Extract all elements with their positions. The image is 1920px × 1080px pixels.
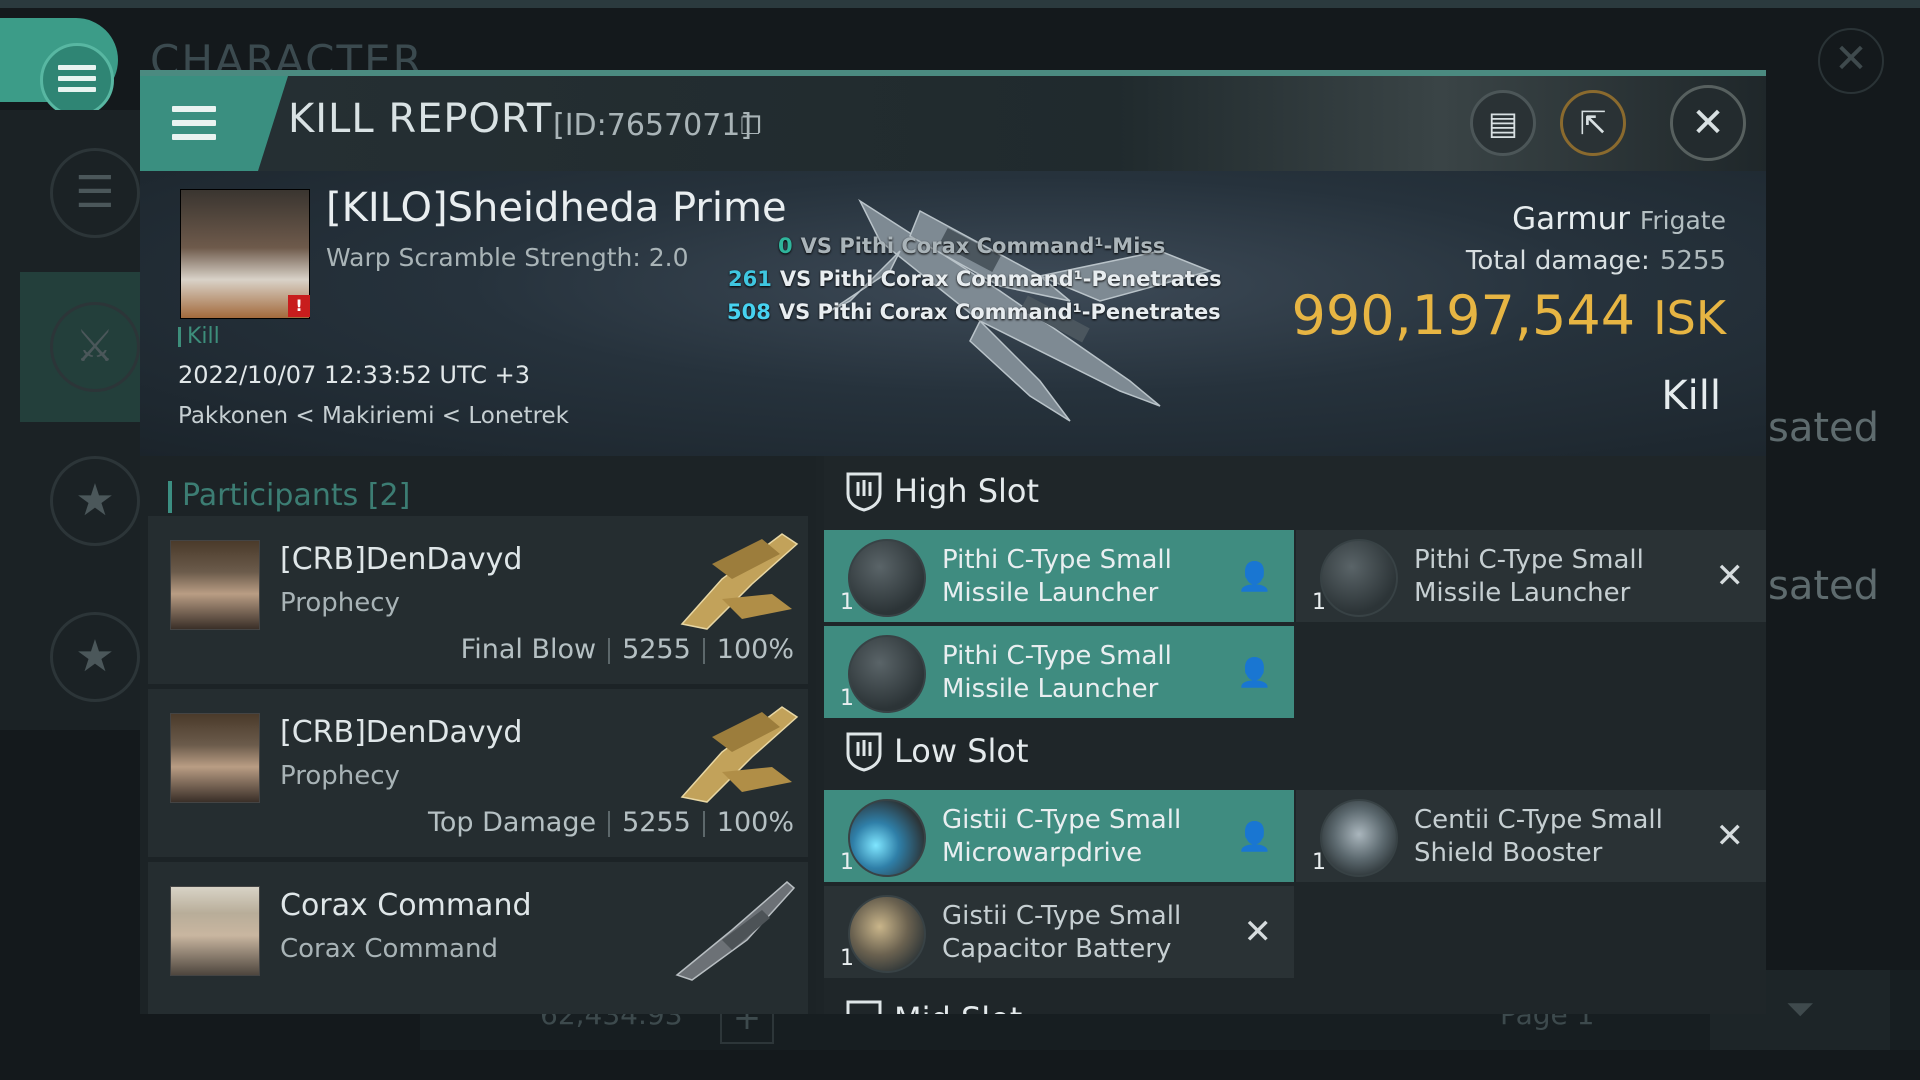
hamburger-icon bbox=[172, 98, 216, 148]
module-item[interactable]: 1 Pithi C-Type Small Missile Launcher 👤 bbox=[824, 530, 1294, 622]
background-star-badge-icon[interactable]: ★ bbox=[50, 612, 140, 702]
background-right-label: sated bbox=[1768, 405, 1880, 451]
participant-ship: Corax Command bbox=[280, 934, 498, 964]
mid-slot-title: Mid Slot bbox=[894, 1000, 1022, 1014]
participant-name: [CRB]DenDavyd bbox=[280, 542, 523, 577]
background-close-icon[interactable]: ✕ bbox=[1818, 28, 1884, 94]
hamburger-icon bbox=[43, 46, 111, 92]
dropped-person-icon: 👤 bbox=[1237, 820, 1272, 853]
module-item[interactable]: 1 Gistii C-Type Small Microwarpdrive 👤 bbox=[824, 790, 1294, 882]
module-item[interactable]: 1 Gistii C-Type Small Capacitor Battery ✕ bbox=[824, 886, 1294, 978]
low-slot-header: Low Slot bbox=[824, 716, 1766, 786]
participants-panel: Participants [2] [CRB]DenDavyd Prophecy … bbox=[140, 456, 816, 1014]
dropped-person-icon: 👤 bbox=[1237, 656, 1272, 689]
background-star-icon[interactable]: ★ bbox=[50, 456, 140, 546]
missile-launcher-icon bbox=[848, 539, 926, 617]
alert-icon: ! bbox=[288, 295, 310, 317]
participant-row[interactable]: [CRB]DenDavyd Prophecy Final Blow 5255 100… bbox=[148, 516, 808, 684]
module-quantity: 1 bbox=[1312, 590, 1326, 615]
participant-ship: Prophecy bbox=[280, 588, 400, 618]
mid-slot-icon bbox=[846, 1000, 882, 1014]
participant-name: Corax Command bbox=[280, 888, 532, 923]
participant-portrait[interactable] bbox=[170, 540, 260, 630]
participant-portrait[interactable] bbox=[170, 886, 260, 976]
ship-class: Frigate bbox=[1639, 206, 1726, 235]
module-name: Gistii C-Type Small Capacitor Battery bbox=[942, 901, 1182, 964]
high-slot-icon bbox=[846, 472, 882, 512]
background-list-icon[interactable]: ☰ bbox=[50, 148, 140, 238]
dropped-person-icon: 👤 bbox=[1237, 560, 1272, 593]
corax-ship-image bbox=[675, 881, 796, 981]
module-name: Pithi C-Type Small Missile Launcher bbox=[942, 641, 1172, 704]
participant-row[interactable]: Corax Command Corax Command bbox=[148, 862, 808, 1014]
missile-launcher-icon bbox=[848, 635, 926, 713]
kill-report-window: KILL REPORT [ID:7657071] ❐ ▤ ⇱ ✕ ! [KILO… bbox=[140, 70, 1766, 1014]
ship-name: Garmur bbox=[1512, 201, 1630, 237]
module-name: Centii C-Type Small Shield Booster bbox=[1414, 805, 1663, 868]
mid-slot-header: Mid Slot bbox=[824, 984, 1766, 1014]
destroyed-x-icon: ✕ bbox=[1715, 816, 1745, 856]
victim-banner: ! [KILO]Sheidheda Prime Warp Scramble St… bbox=[140, 171, 1766, 456]
clipboard-icon: ▤ bbox=[1487, 104, 1519, 142]
share-button[interactable]: ⇱ bbox=[1560, 90, 1626, 156]
destroyed-x-icon: ✕ bbox=[1715, 556, 1745, 596]
total-damage: Total damage: 5255 bbox=[1465, 246, 1726, 276]
damage-event: 261 VS Pithi Corax Command¹-Penetrates bbox=[728, 267, 1222, 291]
kill-report-title: KILL REPORT bbox=[288, 96, 553, 142]
module-quantity: 1 bbox=[1312, 850, 1326, 875]
module-name: Gistii C-Type Small Microwarpdrive bbox=[942, 805, 1182, 868]
low-slot-icon bbox=[846, 732, 882, 772]
kill-timestamp: 2022/10/07 12:33:52 UTC +3 bbox=[178, 361, 530, 389]
microwarpdrive-icon bbox=[848, 799, 926, 877]
participant-row[interactable]: [CRB]DenDavyd Prophecy Top Damage 5255 100… bbox=[148, 689, 808, 857]
damage-event: 508 VS Pithi Corax Command¹-Penetrates bbox=[727, 300, 1221, 324]
participant-ship: Prophecy bbox=[280, 761, 400, 791]
module-item[interactable]: 1 Pithi C-Type Small Missile Launcher 👤 bbox=[824, 626, 1294, 718]
participants-title: Participants [2] bbox=[168, 478, 410, 513]
module-name: Pithi C-Type Small Missile Launcher bbox=[1414, 545, 1644, 608]
background-combat-icon[interactable]: ⚔ bbox=[50, 302, 140, 392]
kill-result-label: Kill bbox=[1661, 373, 1721, 419]
shield-booster-icon bbox=[1320, 799, 1398, 877]
damage-event: 0 VS Pithi Corax Command¹-Miss bbox=[778, 234, 1166, 258]
participant-stats: Final Blow 5255 100% bbox=[460, 634, 794, 665]
module-item[interactable]: 1 Pithi C-Type Small Missile Launcher ✕ bbox=[1296, 530, 1766, 622]
isk-value: 990,197,544 ISK bbox=[1291, 284, 1726, 347]
copy-icon[interactable]: ❐ bbox=[740, 112, 762, 140]
report-clipboard-button[interactable]: ▤ bbox=[1470, 90, 1536, 156]
kill-location[interactable]: Pakkonen < Makiriemi < Lonetrek bbox=[178, 403, 569, 429]
main-menu-button[interactable] bbox=[0, 18, 118, 117]
participant-stats: Top Damage 5255 100% bbox=[428, 807, 794, 838]
background-right-label: sated bbox=[1768, 563, 1880, 609]
participant-portrait[interactable] bbox=[170, 713, 260, 803]
high-slot-title: High Slot bbox=[894, 472, 1040, 510]
missile-launcher-icon bbox=[1320, 539, 1398, 617]
close-icon: ✕ bbox=[1691, 100, 1725, 146]
close-button[interactable]: ✕ bbox=[1670, 85, 1746, 161]
warp-scramble-strength: Warp Scramble Strength: 2.0 bbox=[326, 243, 689, 272]
prophecy-ship-image bbox=[680, 533, 799, 630]
kill-report-id: [ID:7657071] bbox=[553, 108, 753, 143]
capacitor-battery-icon bbox=[848, 895, 926, 973]
module-item[interactable]: 1 Centii C-Type Small Shield Booster ✕ bbox=[1296, 790, 1766, 882]
low-slot-title: Low Slot bbox=[894, 732, 1029, 770]
module-quantity: 1 bbox=[840, 946, 854, 971]
fitting-panel: High Slot 1 Pithi C-Type Small Missile La… bbox=[824, 456, 1766, 1014]
external-link-icon: ⇱ bbox=[1579, 104, 1607, 142]
high-slot-header: High Slot bbox=[824, 456, 1766, 526]
victim-name[interactable]: [KILO]Sheidheda Prime bbox=[326, 185, 787, 231]
kill-status-tag: Kill bbox=[178, 324, 220, 349]
destroyed-x-icon: ✕ bbox=[1243, 912, 1273, 952]
participant-name: [CRB]DenDavyd bbox=[280, 715, 523, 750]
victim-ship[interactable]: Garmur Frigate bbox=[1512, 201, 1726, 237]
top-bar bbox=[0, 0, 1920, 8]
prophecy-ship-image bbox=[680, 706, 799, 803]
module-name: Pithi C-Type Small Missile Launcher bbox=[942, 545, 1172, 608]
module-quantity: 1 bbox=[840, 590, 854, 615]
module-quantity: 1 bbox=[840, 850, 854, 875]
module-quantity: 1 bbox=[840, 686, 854, 711]
